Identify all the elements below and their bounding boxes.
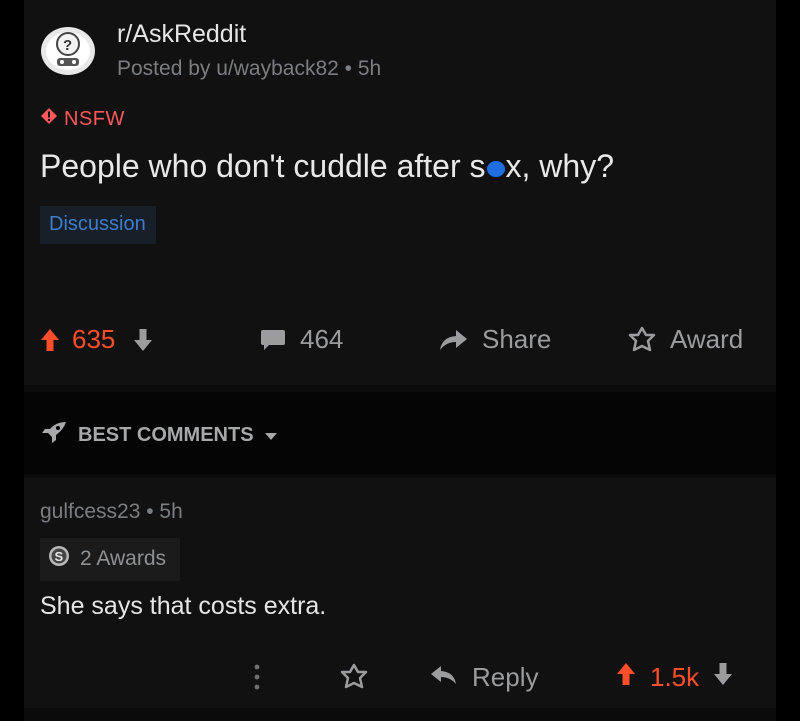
awards-count: 2 Awards (80, 547, 166, 570)
share-button[interactable]: Share (438, 324, 551, 355)
comment-icon (260, 328, 286, 352)
comment-card: gulfcess23 • 5h S 2 Awards She says that… (24, 478, 776, 708)
reply-label: Reply (472, 662, 539, 692)
censor-mark (486, 160, 505, 177)
comments-button[interactable]: 464 (260, 324, 343, 355)
comment-action-bar: Reply 1.5k (24, 656, 776, 700)
sort-label: BEST COMMENTS (78, 423, 254, 446)
svg-text:?: ? (63, 37, 72, 54)
chevron-down-icon (264, 424, 278, 447)
post-flair[interactable]: Discussion (40, 206, 156, 244)
comment-score: 1.5k (650, 662, 700, 692)
silver-award-icon: S (48, 545, 70, 573)
rocket-icon (40, 420, 68, 450)
subreddit-avatar-icon[interactable]: ? (38, 24, 98, 76)
award-button[interactable]: Award (628, 324, 743, 355)
share-label: Share (482, 324, 552, 354)
comment-award-icon[interactable] (340, 663, 368, 691)
nsfw-label: NSFW (64, 107, 125, 130)
svg-text:S: S (55, 549, 64, 564)
subreddit-name[interactable]: r/AskReddit (117, 20, 246, 49)
comment-downvote-icon[interactable] (713, 662, 733, 693)
comment-awards-badge[interactable]: S 2 Awards (40, 538, 180, 581)
vote-group: 635 (40, 324, 153, 355)
comment-sort-bar: BEST COMMENTS (24, 392, 776, 474)
comment-count: 464 (300, 324, 344, 354)
comment-vote-group: 1.5k (616, 662, 733, 693)
sort-dropdown[interactable]: BEST COMMENTS (40, 420, 278, 450)
post-action-bar: 635 464 Share Award (24, 318, 776, 366)
post-meta: Posted by u/wayback82 • 5h (117, 57, 382, 80)
nsfw-tag: NSFW (40, 107, 125, 131)
reply-icon (430, 662, 458, 693)
reply-button[interactable]: Reply (430, 662, 538, 693)
comment-upvote-icon[interactable] (616, 662, 636, 693)
nsfw-icon (40, 107, 58, 131)
share-icon (438, 328, 468, 352)
post-card: ? r/AskReddit Posted by u/wayback82 • 5h… (24, 0, 776, 385)
upvote-icon[interactable] (40, 328, 60, 352)
comment-body: She says that costs extra. (40, 592, 327, 620)
award-icon (628, 326, 656, 354)
more-options-icon[interactable] (252, 662, 262, 692)
post-score: 635 (72, 324, 116, 354)
comment-author[interactable]: gulfcess23 • 5h (40, 500, 183, 524)
downvote-icon[interactable] (133, 328, 153, 352)
award-label: Award (670, 324, 744, 354)
post-title[interactable]: People who don't cuddle after s x, why? (40, 148, 614, 185)
